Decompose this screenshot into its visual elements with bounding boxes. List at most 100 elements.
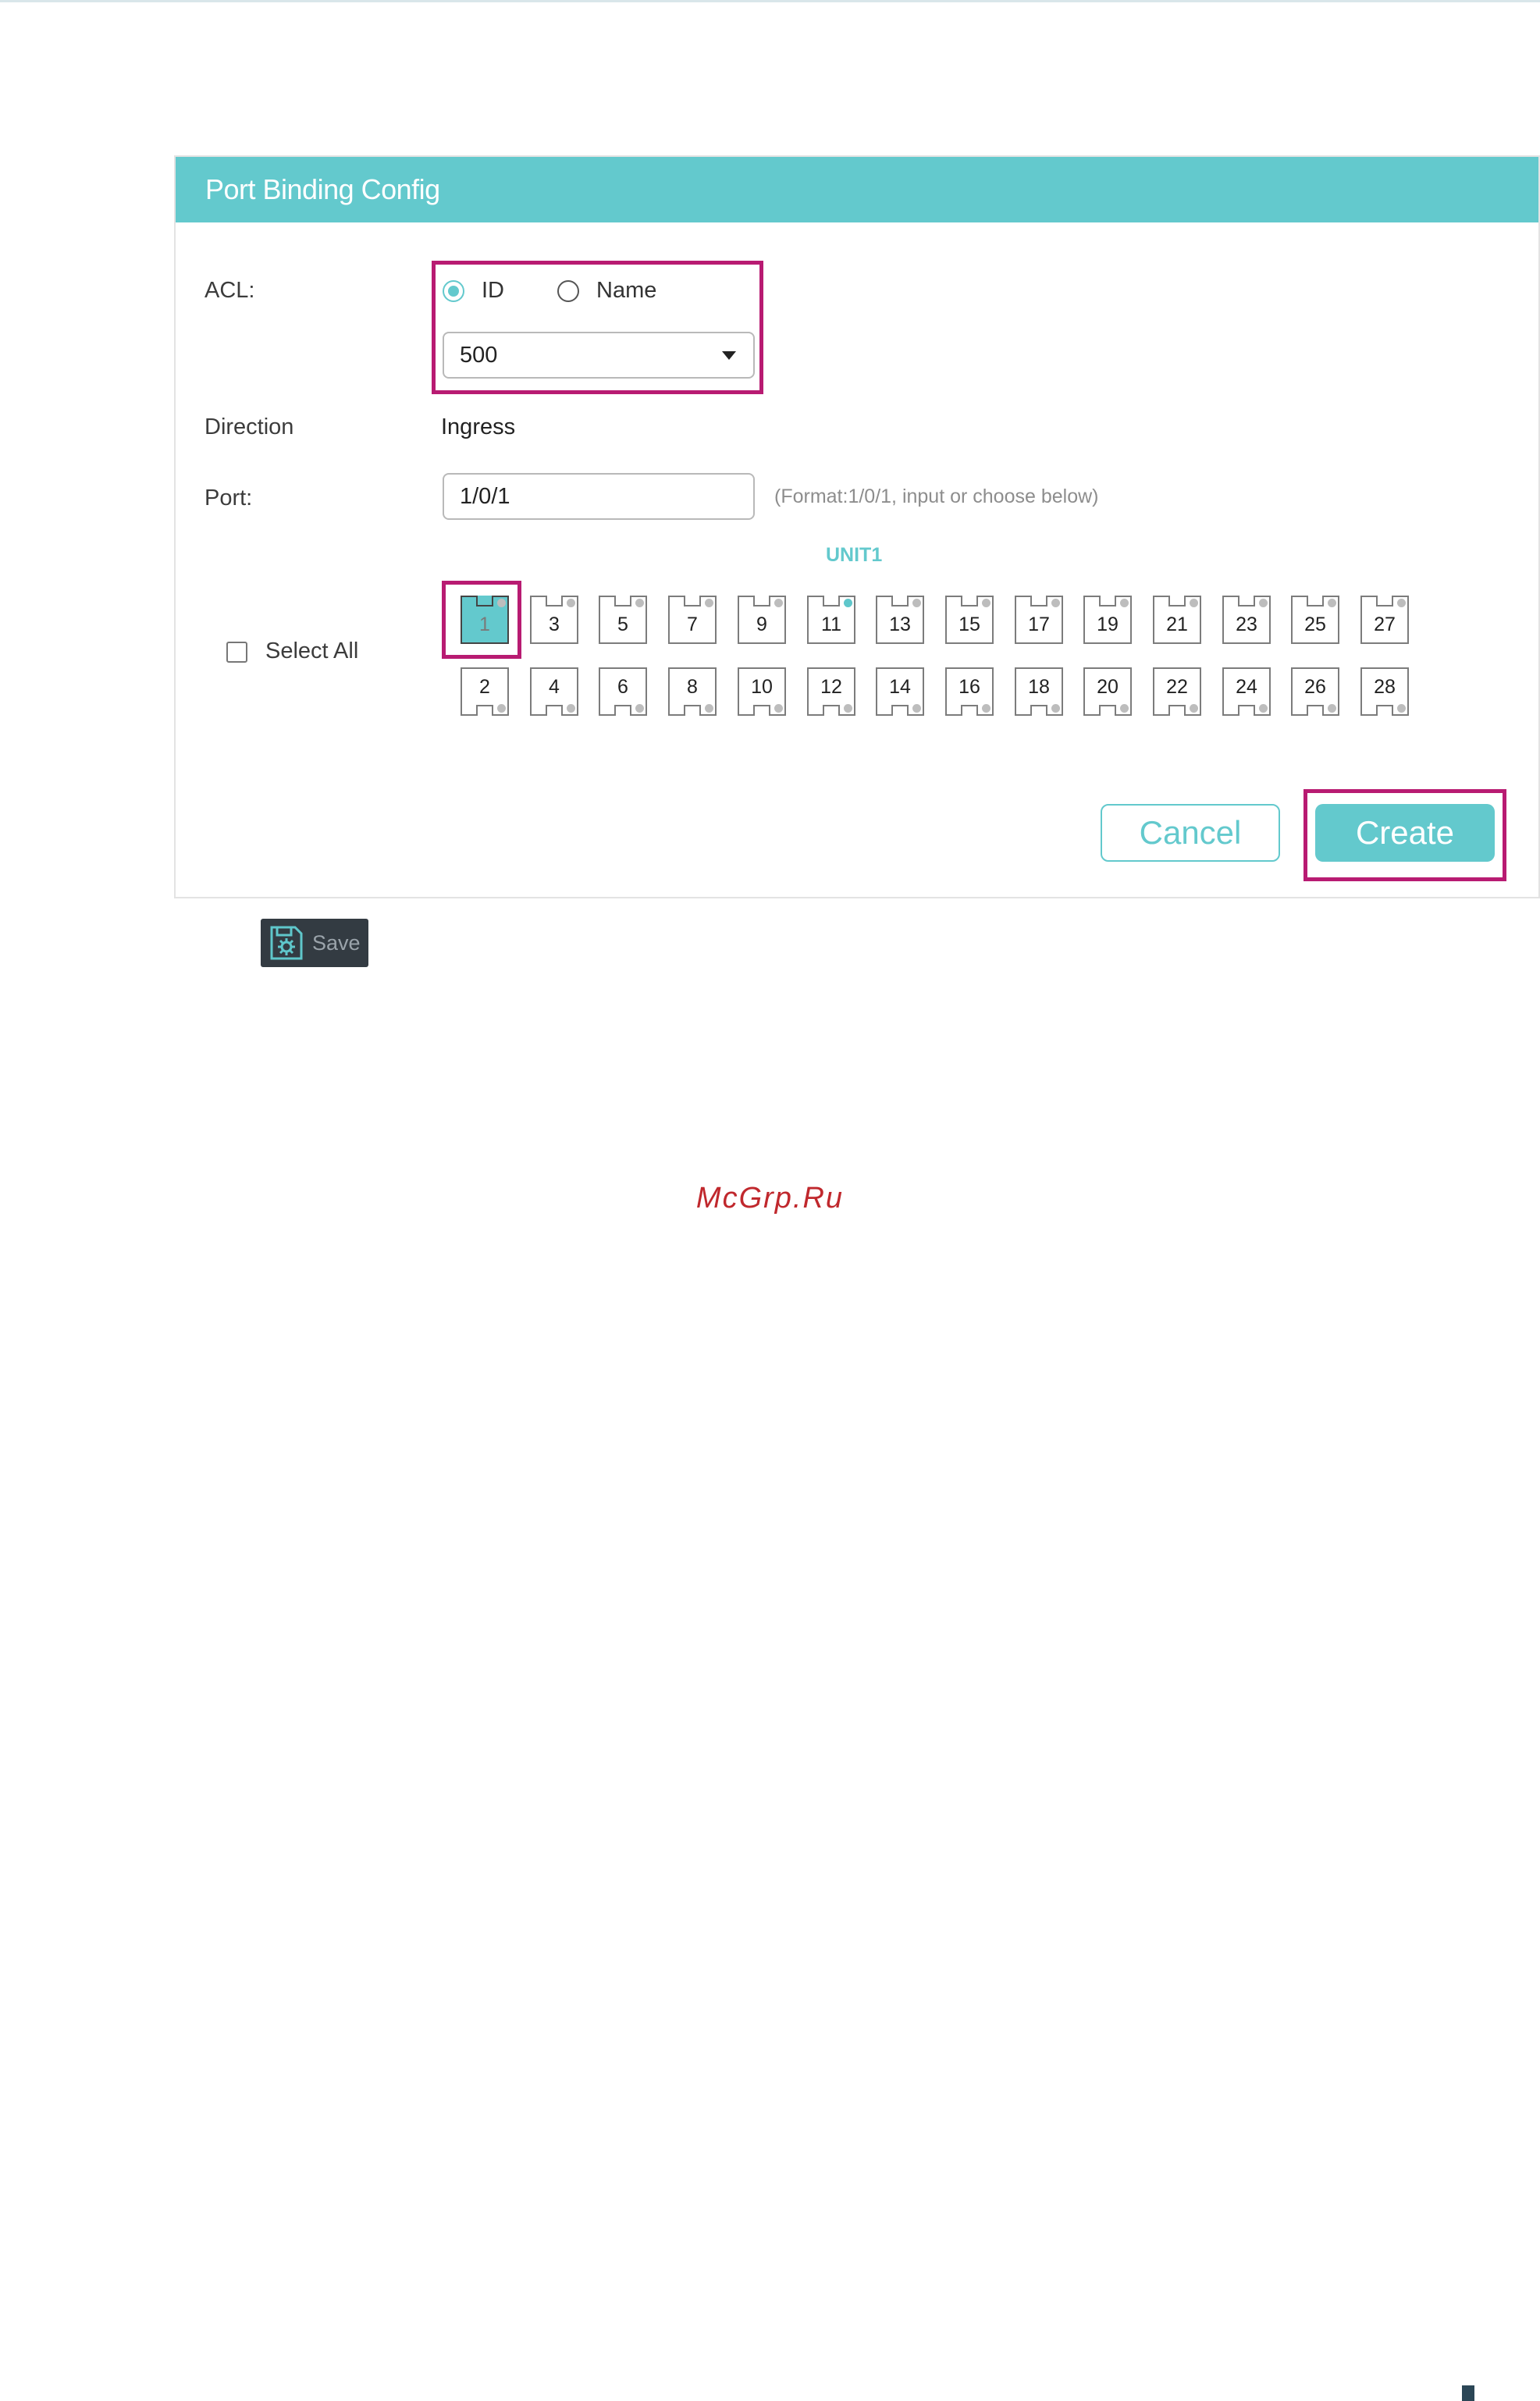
port-led-icon (1120, 704, 1129, 713)
port-10[interactable]: 10 (738, 667, 786, 716)
port-21[interactable]: 21 (1153, 596, 1201, 644)
port-11[interactable]: 11 (807, 596, 855, 644)
port-number: 28 (1374, 676, 1396, 698)
direction-label: Direction (205, 414, 294, 439)
port-led-icon (982, 704, 991, 713)
top-rule (0, 0, 1540, 2)
port-number: 4 (549, 676, 560, 698)
port-22[interactable]: 22 (1153, 667, 1201, 716)
port-led-icon (567, 599, 575, 607)
port-notch (1376, 705, 1393, 716)
port-notch (753, 705, 770, 716)
port-17[interactable]: 17 (1015, 596, 1063, 644)
port-led-icon (774, 599, 783, 607)
port-number: 3 (549, 614, 560, 635)
port-led-icon (1051, 599, 1060, 607)
port-number: 15 (958, 614, 980, 635)
port-notch (1168, 705, 1186, 716)
port-notch (823, 705, 840, 716)
port-input[interactable] (443, 473, 755, 520)
port-number: 12 (820, 676, 842, 698)
port-notch (753, 596, 770, 606)
create-highlight-box (1303, 789, 1506, 881)
port-number: 25 (1304, 614, 1326, 635)
port-number: 21 (1166, 614, 1188, 635)
port-27[interactable]: 27 (1360, 596, 1409, 644)
port-13[interactable]: 13 (876, 596, 924, 644)
port-8[interactable]: 8 (668, 667, 717, 716)
port-notch (1099, 596, 1116, 606)
port-number: 19 (1097, 614, 1119, 635)
port-26[interactable]: 26 (1291, 667, 1339, 716)
port-led-icon (635, 704, 644, 713)
port-led-icon (844, 599, 852, 607)
port-led-icon (567, 704, 575, 713)
port-binding-dialog: Port Binding Config (174, 155, 1540, 898)
port-notch (823, 596, 840, 606)
select-all-checkbox[interactable] (226, 642, 247, 663)
port-led-icon (912, 704, 921, 713)
port-number: 20 (1097, 676, 1119, 698)
port-number: 17 (1028, 614, 1050, 635)
acl-label: ACL: (205, 278, 255, 303)
port-16[interactable]: 16 (945, 667, 994, 716)
port-led-icon (705, 704, 713, 713)
port-number: 13 (889, 614, 911, 635)
port-number: 16 (958, 676, 980, 698)
port-15[interactable]: 15 (945, 596, 994, 644)
port-5[interactable]: 5 (599, 596, 647, 644)
port-led-icon (1051, 704, 1060, 713)
corner-mark (1462, 2385, 1474, 2401)
port-led-icon (844, 704, 852, 713)
port-led-icon (1397, 599, 1406, 607)
port-label: Port: (205, 486, 253, 510)
port-3[interactable]: 3 (530, 596, 578, 644)
port-23[interactable]: 23 (1222, 596, 1271, 644)
port-1-highlight-box (442, 581, 521, 659)
cancel-button[interactable]: Cancel (1101, 804, 1280, 862)
port-6[interactable]: 6 (599, 667, 647, 716)
port-led-icon (774, 704, 783, 713)
port-24[interactable]: 24 (1222, 667, 1271, 716)
port-notch (546, 705, 563, 716)
port-19[interactable]: 19 (1083, 596, 1132, 644)
port-led-icon (497, 704, 506, 713)
port-20[interactable]: 20 (1083, 667, 1132, 716)
port-number: 23 (1236, 614, 1257, 635)
port-12[interactable]: 12 (807, 667, 855, 716)
port-notch (1238, 705, 1255, 716)
port-number: 8 (687, 676, 698, 698)
port-notch (614, 596, 631, 606)
port-14[interactable]: 14 (876, 667, 924, 716)
save-button[interactable]: Save (261, 919, 368, 967)
port-number: 22 (1166, 676, 1188, 698)
port-notch (1307, 596, 1324, 606)
port-7[interactable]: 7 (668, 596, 717, 644)
port-number: 27 (1374, 614, 1396, 635)
port-number: 7 (687, 614, 698, 635)
port-notch (891, 596, 909, 606)
port-2[interactable]: 2 (461, 667, 509, 716)
port-notch (1238, 596, 1255, 606)
watermark: McGrp.Ru (695, 1182, 845, 1215)
port-28[interactable]: 28 (1360, 667, 1409, 716)
port-number: 14 (889, 676, 911, 698)
port-led-icon (1397, 704, 1406, 713)
port-25[interactable]: 25 (1291, 596, 1339, 644)
port-18[interactable]: 18 (1015, 667, 1063, 716)
port-notch (614, 705, 631, 716)
port-notch (476, 705, 493, 716)
port-led-icon (1190, 599, 1198, 607)
port-notch (891, 705, 909, 716)
port-notch (1099, 705, 1116, 716)
port-notch (546, 596, 563, 606)
port-4[interactable]: 4 (530, 667, 578, 716)
port-number: 11 (821, 614, 841, 635)
port-notch (961, 705, 978, 716)
port-number: 18 (1028, 676, 1050, 698)
port-led-icon (1328, 704, 1336, 713)
dialog-title: Port Binding Config (176, 157, 1538, 222)
port-format-hint: (Format:1/0/1, input or choose below) (774, 486, 1099, 507)
port-9[interactable]: 9 (738, 596, 786, 644)
port-notch (1030, 596, 1047, 606)
